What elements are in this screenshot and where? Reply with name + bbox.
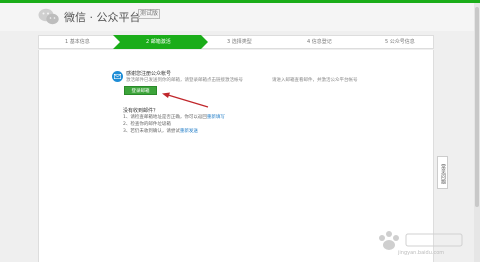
rewrite-link[interactable]: 重新填写 xyxy=(207,115,225,120)
watermark-url: jingyan.baidu.com xyxy=(398,250,445,256)
help-item-text: 2、检查你的邮件垃圾箱 xyxy=(123,122,171,127)
step-choose-type: 3 选择类型 xyxy=(227,39,252,45)
scrollbar-thumb[interactable] xyxy=(475,7,479,207)
activation-side-note: 请进入邮箱查看邮件，并激活公众平台帐号 xyxy=(272,78,358,83)
step-email-activation: 2 邮箱激活 xyxy=(146,39,171,45)
help-item-2: 2、检查你的邮件垃圾箱 xyxy=(123,121,171,127)
help-item-3: 3、若仍未收到确认，请尝试重新发送 xyxy=(123,128,198,134)
beta-badge: 测试版 xyxy=(138,9,161,19)
mail-icon xyxy=(112,71,123,82)
red-arrow-annotation xyxy=(162,92,209,108)
brand-title: 微信 · 公众平台 xyxy=(64,11,141,24)
help-item-text: 3、若仍未收到确认，请尝试 xyxy=(123,129,180,134)
resend-link[interactable]: 重新发送 xyxy=(180,129,198,134)
registration-steps: 1 基本信息 2 邮箱激活 3 选择类型 4 信息登记 5 公众号信息 xyxy=(38,35,434,49)
activation-title: 感谢您注册公众帐号 xyxy=(126,71,172,77)
faq-tab[interactable]: 常见问题 xyxy=(437,156,448,189)
step-info-registration: 4 信息登记 xyxy=(307,39,332,45)
wechat-logo-icon xyxy=(38,8,59,25)
step-basic-info: 1 基本信息 xyxy=(65,39,90,45)
help-item-text: 1、请检查邮箱地址是否正确，你可以返回 xyxy=(123,115,207,120)
help-item-1: 1、请检查邮箱地址是否正确，你可以返回重新填写 xyxy=(123,114,225,120)
step-account-info: 5 公众号信息 xyxy=(385,39,415,45)
login-email-button[interactable]: 登录邮箱 xyxy=(124,86,157,95)
help-title: 没有收到邮件？ xyxy=(123,108,159,114)
page-header: 微信 · 公众平台 测试版 xyxy=(0,3,480,31)
activation-notice: 激活邮件已发送到你的邮箱，请登录邮箱点击链接激活帐号 xyxy=(126,78,243,83)
vertical-scrollbar[interactable] xyxy=(474,3,480,262)
